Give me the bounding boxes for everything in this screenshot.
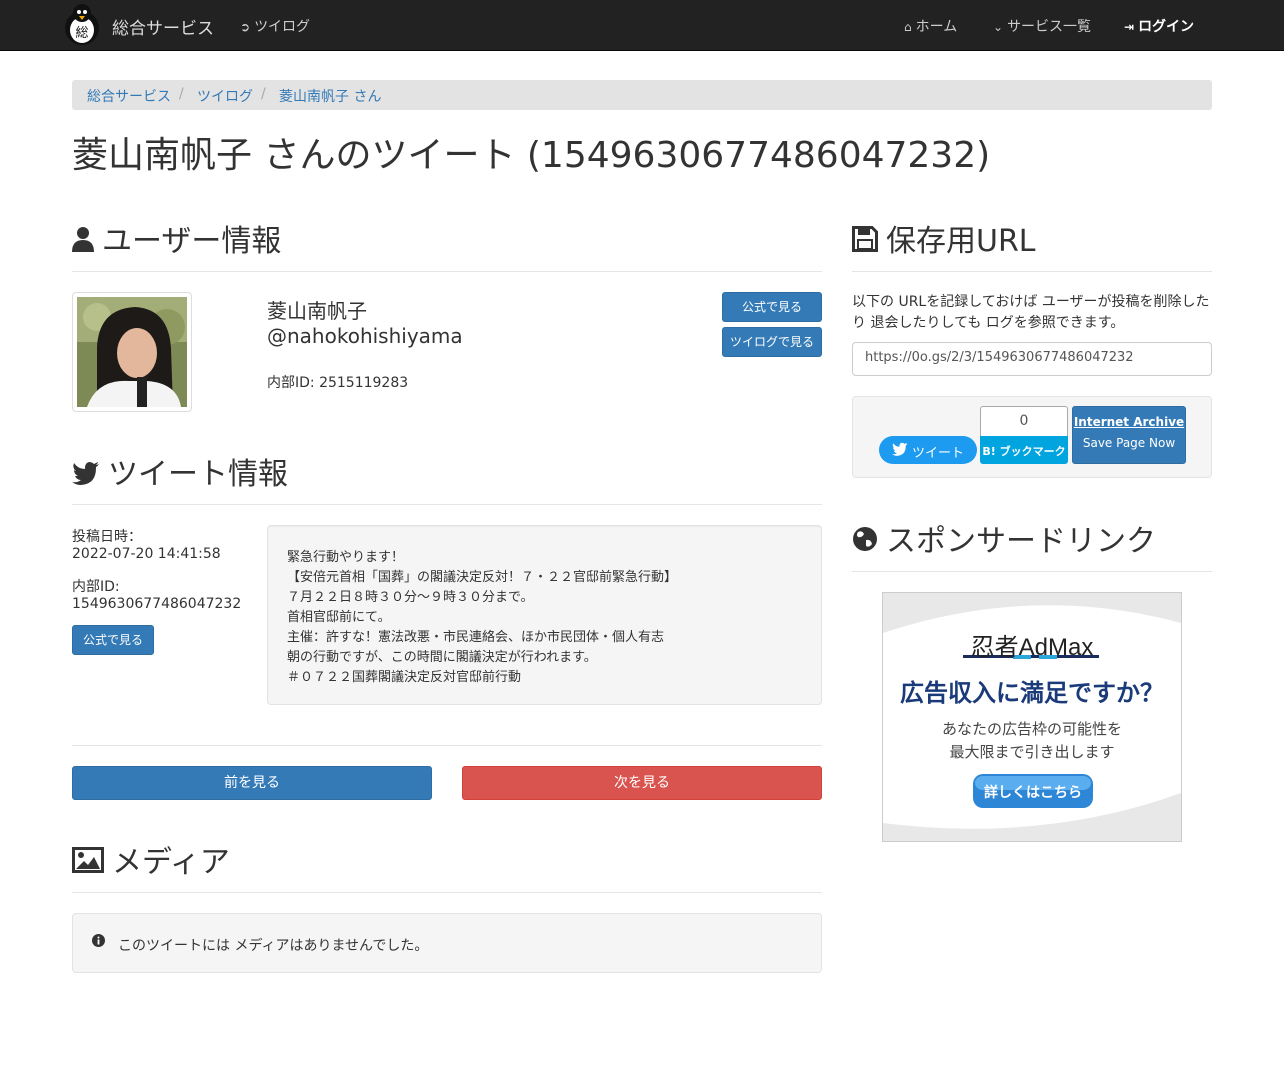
tweet-info-heading: ツイート情報 xyxy=(72,449,288,493)
nav-home-link[interactable]: ⌂ ホーム xyxy=(904,16,957,36)
tweet-id-value: 1549630677486047232 xyxy=(72,596,242,612)
nav-twilog-label: ツイログ xyxy=(254,19,311,35)
breadcrumb-item-user[interactable]: 菱山南帆子 さん xyxy=(279,89,381,105)
prev-tweet-button[interactable]: 前を見る xyxy=(72,766,432,800)
divider xyxy=(72,504,822,505)
no-media-message: このツイートには メディアはありませんでした。 xyxy=(118,938,429,954)
nav-twilog-link[interactable]: ➲ ツイログ xyxy=(240,16,310,36)
tweet-info-heading-text: ツイート情報 xyxy=(108,457,288,492)
hatena-bookmark-button[interactable]: B! ブックマーク xyxy=(980,436,1068,464)
user-internal-id: 内部ID: 2515119283 xyxy=(267,375,409,391)
penguin-logo-icon[interactable]: 総 xyxy=(60,2,104,46)
media-heading-text: メディア xyxy=(112,845,230,880)
sign-in-icon: ⇥ xyxy=(1124,20,1135,34)
image-icon xyxy=(72,846,104,881)
floppy-disk-icon xyxy=(852,225,878,260)
nav-services-label: サービス一覧 xyxy=(1007,19,1092,35)
avatar-photo xyxy=(77,297,187,407)
save-url-description: 以下の URLを記録しておけば ユーザーが投稿を削除したり 退会したりしても ロ… xyxy=(852,294,1210,331)
navbar: 総 総合サービス ➲ ツイログ ⌂ ホーム ⌄ サービス一覧 ⇥ ログイン xyxy=(0,0,1284,51)
tweet-body: 緊急行動やります！ 【安倍元首相「国葬」の閣議決定反対！７・２２官邸前緊急行動】… xyxy=(267,525,822,705)
page-title: 菱山南帆子 さんのツイート (1549630677486047232) xyxy=(72,135,991,176)
user-info-heading-text: ユーザー情報 xyxy=(102,224,282,259)
next-tweet-button[interactable]: 次を見る xyxy=(462,766,822,800)
sponsor-ad-banner[interactable]: 忍者AdMax 広告収入に満足ですか？ あなたの広告枠の可能性を 最大限まで引き… xyxy=(882,592,1182,842)
tweet-id-label: 内部ID: xyxy=(72,579,120,595)
posted-label: 投稿日時： xyxy=(72,529,142,545)
ad-brand: 忍者AdMax xyxy=(970,634,1094,661)
tweet-line: ＃０７２２国葬閣議決定反対官邸前行動 xyxy=(287,670,522,685)
hatena-count: 0 xyxy=(980,406,1068,436)
ad-body-line: あなたの広告枠の可能性を xyxy=(941,720,1122,738)
sponsor-heading-text: スポンサードリンク xyxy=(886,524,1156,559)
no-media-alert: このツイートには メディアはありませんでした。 xyxy=(72,913,822,973)
tweet-view-official-button[interactable]: 公式で見る xyxy=(72,625,154,655)
twitter-bird-icon xyxy=(892,442,908,460)
divider xyxy=(72,892,822,893)
nav-login-label: ログイン xyxy=(1138,19,1195,35)
tweet-line: 朝の行動ですが、この時間に閣議決定が行われます。 xyxy=(287,650,597,665)
ad-cta-button[interactable]: 詳しくはこちら xyxy=(973,782,1093,802)
ad-body-line: 最大限まで引き出します xyxy=(949,743,1115,761)
chevron-circle-right-icon: ➲ xyxy=(240,20,251,34)
nav-home-label: ホーム xyxy=(915,19,958,35)
info-circle-icon xyxy=(92,934,105,951)
tweet-line: 緊急行動やります！ xyxy=(287,550,405,565)
nav-login-link[interactable]: ⇥ ログイン xyxy=(1124,16,1194,36)
divider xyxy=(852,271,1212,272)
divider xyxy=(72,271,822,272)
save-url-heading: 保存用URL xyxy=(852,216,1036,260)
chevron-down-icon: ⌄ xyxy=(993,20,1004,34)
breadcrumb-separator: / xyxy=(261,86,266,102)
media-heading: メディア xyxy=(72,837,230,881)
ia-subtitle: Save Page Now xyxy=(1082,436,1176,450)
breadcrumb: 総合サービス / ツイログ / 菱山南帆子 さん xyxy=(72,80,1212,110)
save-url-heading-text: 保存用URL xyxy=(886,224,1036,259)
divider xyxy=(72,745,822,746)
brand-link[interactable]: 総合サービス xyxy=(112,14,214,39)
view-twilog-button[interactable]: ツイログで見る xyxy=(722,327,822,357)
view-official-button[interactable]: 公式で見る xyxy=(722,292,822,322)
logo-char: 総 xyxy=(75,26,88,41)
divider xyxy=(852,571,1212,572)
globe-icon xyxy=(852,525,878,560)
tweet-line: 首相官邸前にて。 xyxy=(287,610,391,625)
nav-services-dropdown[interactable]: ⌄ サービス一覧 xyxy=(993,16,1091,36)
internet-archive-button[interactable]: Internet Archive Save Page Now xyxy=(1072,406,1186,464)
breadcrumb-separator: / xyxy=(179,86,184,102)
tweet-line: 【安倍元首相「国葬」の閣議決定反対！７・２２官邸前緊急行動】 xyxy=(287,570,678,585)
share-panel: ツイート 0 B! ブックマーク Internet Archive Save P… xyxy=(852,396,1212,478)
breadcrumb-item-home[interactable]: 総合サービス xyxy=(87,89,171,105)
sponsor-heading: スポンサードリンク xyxy=(852,516,1156,560)
twitter-bird-icon xyxy=(72,458,100,493)
user-info-heading: ユーザー情報 xyxy=(72,216,281,260)
ad-headline: 広告収入に満足ですか？ xyxy=(900,679,1164,707)
save-url-input[interactable]: https://0o.gs/2/3/1549630677486047232 xyxy=(852,342,1212,376)
tweet-line: 主催：許すな！憲法改悪・市民連絡会、ほか市民団体・個人有志 xyxy=(287,630,665,645)
posted-value: 2022-07-20 14:41:58 xyxy=(72,546,221,562)
avatar[interactable] xyxy=(72,292,192,412)
user-display-name: 菱山南帆子 xyxy=(267,299,367,323)
tweet-line: ７月２２日８時３０分～９時３０分まで。 xyxy=(287,590,534,605)
user-icon xyxy=(72,225,94,260)
tweet-share-label: ツイート xyxy=(912,446,965,461)
tweet-share-button[interactable]: ツイート xyxy=(879,436,977,464)
user-handle: @nahokohishiyama xyxy=(267,324,463,348)
home-icon: ⌂ xyxy=(904,20,912,34)
ia-title: Internet Archive xyxy=(1073,415,1185,429)
breadcrumb-item-twilog[interactable]: ツイログ xyxy=(197,89,253,105)
